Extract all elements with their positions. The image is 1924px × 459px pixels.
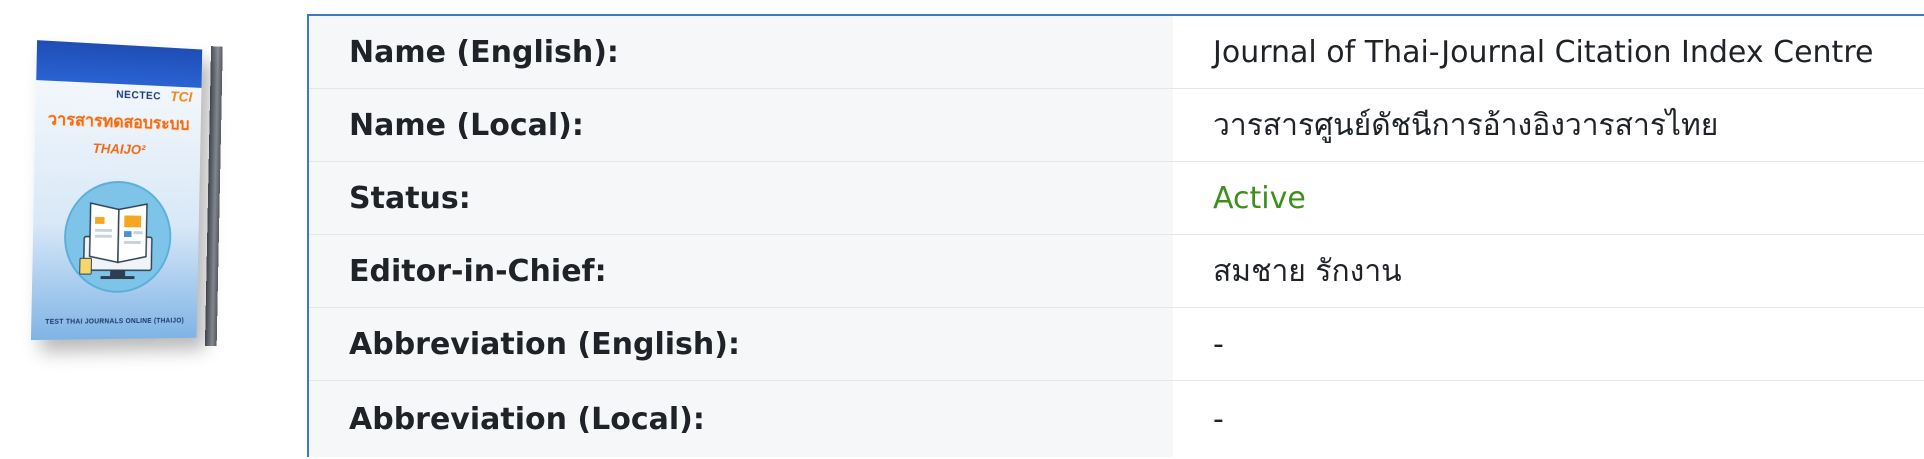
label-abbreviation-english: Abbreviation (English): [309, 308, 1173, 380]
cover-logos: NECTEC TCI [116, 86, 193, 106]
value-name-local: วารสารศูนย์ดัชนีการอ้างอิงวารสารไทย [1173, 89, 1924, 161]
cover-front: NECTEC TCI วารสารทดสอบระบบ THAIJO² TEST … [30, 40, 203, 341]
cover-spine [204, 46, 223, 347]
cover-body: NECTEC TCI วารสารทดสอบระบบ THAIJO² TEST … [30, 80, 202, 341]
value-name-english: Journal of Thai-Journal Citation Index C… [1173, 16, 1924, 88]
value-abbreviation-english: - [1173, 308, 1924, 380]
journal-info-page: NECTEC TCI วารสารทดสอบระบบ THAIJO² TEST … [0, 0, 1924, 459]
book-illustration-icon [62, 179, 173, 294]
journal-cover-image[interactable]: NECTEC TCI วารสารทดสอบระบบ THAIJO² TEST … [30, 40, 230, 350]
value-abbreviation-local: - [1173, 381, 1924, 457]
info-row-status: Status: Active [309, 162, 1924, 235]
label-name-english: Name (English): [309, 16, 1173, 88]
info-row-abbreviation-local: Abbreviation (Local): - [309, 381, 1924, 457]
label-status: Status: [309, 162, 1173, 234]
tci-logo: TCI [170, 88, 193, 106]
info-row-name-english: Name (English): Journal of Thai-Journal … [309, 16, 1924, 89]
cover-subtitle: THAIJO² [92, 139, 146, 158]
nectec-logo: NECTEC [116, 88, 162, 103]
info-row-abbreviation-english: Abbreviation (English): - [309, 308, 1924, 381]
cover-title: วารสารทดสอบระบบ [47, 109, 190, 134]
info-row-name-local: Name (Local): วารสารศูนย์ดัชนีการอ้างอิง… [309, 89, 1924, 162]
label-name-local: Name (Local): [309, 89, 1173, 161]
info-row-editor-in-chief: Editor-in-Chief: สมชาย รักงาน [309, 235, 1924, 308]
value-status-badge: Active [1173, 162, 1924, 234]
label-editor-in-chief: Editor-in-Chief: [309, 235, 1173, 307]
label-abbreviation-local: Abbreviation (Local): [309, 381, 1173, 457]
cover-footer: TEST THAI JOURNALS ONLINE (THAIJO) [45, 317, 185, 326]
journal-info-table: Name (English): Journal of Thai-Journal … [307, 14, 1924, 457]
value-editor-in-chief: สมชาย รักงาน [1173, 235, 1924, 307]
